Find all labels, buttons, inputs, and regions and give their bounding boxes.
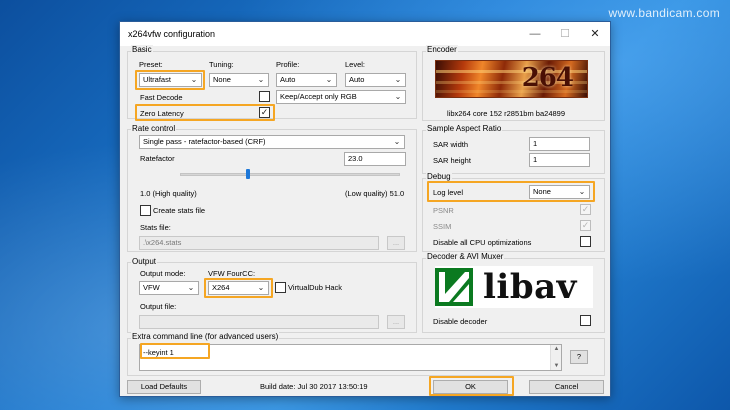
ratefactor-label: Ratefactor xyxy=(140,154,175,163)
create-stats-checkbox[interactable] xyxy=(140,205,151,216)
tuning-value: None xyxy=(213,75,231,84)
disable-cpu-checkbox[interactable] xyxy=(580,236,591,247)
disable-cpu-label: Disable all CPU optimizations xyxy=(433,238,532,247)
chevron-down-icon: ⌄ xyxy=(578,187,586,196)
ssim-checkbox[interactable]: ✓ xyxy=(580,220,591,231)
fourcc-combo[interactable]: X264 ⌄ xyxy=(208,281,269,295)
tuning-label: Tuning: xyxy=(209,60,234,69)
window-title: x264vfw configuration xyxy=(128,29,216,39)
minimize-button[interactable]: — xyxy=(520,22,550,46)
chevron-down-icon: ⌄ xyxy=(394,92,402,101)
preset-combo[interactable]: Ultrafast ⌄ xyxy=(139,73,202,87)
maximize-button[interactable]: ☐ xyxy=(550,22,580,46)
basic-group-label: Basic xyxy=(131,45,153,54)
sar-width-input[interactable]: 1 xyxy=(529,137,590,151)
rate-mode-value: Single pass - ratefactor-based (CRF) xyxy=(143,137,266,146)
output-mode-label: Output mode: xyxy=(140,269,186,278)
high-quality-label: 1.0 (High quality) xyxy=(140,189,197,198)
preset-label: Preset: xyxy=(139,60,163,69)
level-value: Auto xyxy=(349,75,365,84)
colorspace-combo[interactable]: Keep/Accept only RGB ⌄ xyxy=(276,90,406,104)
extra-cmdline-textarea[interactable]: --keyint 1 ▲ ▼ xyxy=(139,344,562,371)
stats-file-browse-button[interactable]: ... xyxy=(387,236,405,250)
extra-cmdline-scrollbar[interactable]: ▲ ▼ xyxy=(550,345,561,370)
psnr-label: PSNR xyxy=(433,206,454,215)
output-file-input[interactable] xyxy=(139,315,379,329)
zero-latency-label: Zero Latency xyxy=(140,109,184,118)
fast-decode-label: Fast Decode xyxy=(140,93,183,102)
sar-width-label: SAR width xyxy=(433,140,469,149)
build-date: Build date: Jul 30 2017 13:50:19 xyxy=(260,382,368,391)
profile-label: Profile: xyxy=(276,60,300,69)
chevron-down-icon: ⌄ xyxy=(187,283,195,292)
debug-group-label: Debug xyxy=(426,172,452,181)
profile-combo[interactable]: Auto ⌄ xyxy=(276,73,337,87)
output-file-browse-button[interactable]: ... xyxy=(387,315,405,329)
disable-decoder-checkbox[interactable] xyxy=(580,315,591,326)
disable-decoder-label: Disable decoder xyxy=(433,317,488,326)
profile-value: Auto xyxy=(280,75,296,84)
level-combo[interactable]: Auto ⌄ xyxy=(345,73,406,87)
sar-height-label: SAR height xyxy=(433,156,471,165)
stats-file-label: Stats file: xyxy=(140,223,171,232)
ok-button[interactable]: OK xyxy=(433,380,508,394)
chevron-down-icon: ⌄ xyxy=(257,283,265,292)
ratefactor-slider-track[interactable] xyxy=(180,173,400,176)
virtualdub-hack-checkbox[interactable] xyxy=(275,282,286,293)
output-file-label: Output file: xyxy=(140,302,177,311)
fast-decode-checkbox[interactable] xyxy=(259,91,270,102)
chevron-down-icon: ⌄ xyxy=(394,75,402,84)
chevron-down-icon: ⌄ xyxy=(257,75,265,84)
tuning-combo[interactable]: None ⌄ xyxy=(209,73,269,87)
rate-control-group-label: Rate control xyxy=(131,124,177,133)
log-level-value: None xyxy=(533,187,551,196)
watermark: www.bandicam.com xyxy=(608,6,720,20)
libav-logo: libav xyxy=(435,266,593,308)
scroll-up-icon[interactable]: ▲ xyxy=(551,346,562,352)
sar-height-input[interactable]: 1 xyxy=(529,153,590,167)
output-mode-combo[interactable]: VFW ⌄ xyxy=(139,281,199,295)
output-mode-value: VFW xyxy=(143,283,160,292)
ratefactor-slider-thumb[interactable] xyxy=(246,169,251,179)
ssim-label: SSIM xyxy=(433,222,452,231)
x264-logo: 264 xyxy=(435,60,588,98)
colorspace-value: Keep/Accept only RGB xyxy=(280,92,357,101)
virtualdub-hack-label: VirtualDub Hack xyxy=(288,283,343,292)
config-dialog: x264vfw configuration — ☐ ✕ Basic Preset… xyxy=(119,21,611,397)
chevron-down-icon: ⌄ xyxy=(190,75,198,84)
rate-mode-combo[interactable]: Single pass - ratefactor-based (CRF) ⌄ xyxy=(139,135,405,149)
libav-logo-text: libav xyxy=(483,267,577,307)
output-group-label: Output xyxy=(131,257,158,266)
close-button[interactable]: ✕ xyxy=(580,22,610,46)
level-label: Level: xyxy=(345,60,366,69)
fourcc-label: VFW FourCC: xyxy=(208,269,256,278)
extra-cmdline-group-label: Extra command line (for advanced users) xyxy=(131,332,280,341)
ratefactor-input[interactable]: 23.0 xyxy=(344,152,406,166)
titlebar: x264vfw configuration — ☐ ✕ xyxy=(120,22,610,46)
decoder-group-label: Decoder & AVI Muxer xyxy=(426,252,505,261)
scroll-down-icon[interactable]: ▼ xyxy=(551,363,562,369)
zero-latency-checkbox[interactable]: ✓ xyxy=(259,107,270,118)
chevron-down-icon: ⌄ xyxy=(325,75,333,84)
preset-value: Ultrafast xyxy=(143,75,171,84)
encoder-group-label: Encoder xyxy=(426,45,458,54)
stats-file-input[interactable]: .\x264.stats xyxy=(139,236,379,250)
log-level-label: Log level xyxy=(433,188,464,197)
load-defaults-button[interactable]: Load Defaults xyxy=(127,380,201,394)
cancel-button[interactable]: Cancel xyxy=(529,380,604,394)
create-stats-label: Create stats file xyxy=(153,206,206,215)
sar-group-label: Sample Aspect Ratio xyxy=(426,124,503,133)
extra-cmdline-value: --keyint 1 xyxy=(143,348,174,357)
psnr-checkbox[interactable]: ✓ xyxy=(580,204,591,215)
x264-logo-text: 264 xyxy=(521,63,574,93)
encoder-version: libx264 core 152 r2851bm ba24899 xyxy=(447,109,566,118)
fourcc-value: X264 xyxy=(212,283,230,292)
help-button[interactable]: ? xyxy=(570,350,588,364)
chevron-down-icon: ⌄ xyxy=(393,137,401,146)
log-level-combo[interactable]: None ⌄ xyxy=(529,185,590,199)
low-quality-label: (Low quality) 51.0 xyxy=(345,189,405,198)
libav-mark-icon xyxy=(435,268,473,306)
